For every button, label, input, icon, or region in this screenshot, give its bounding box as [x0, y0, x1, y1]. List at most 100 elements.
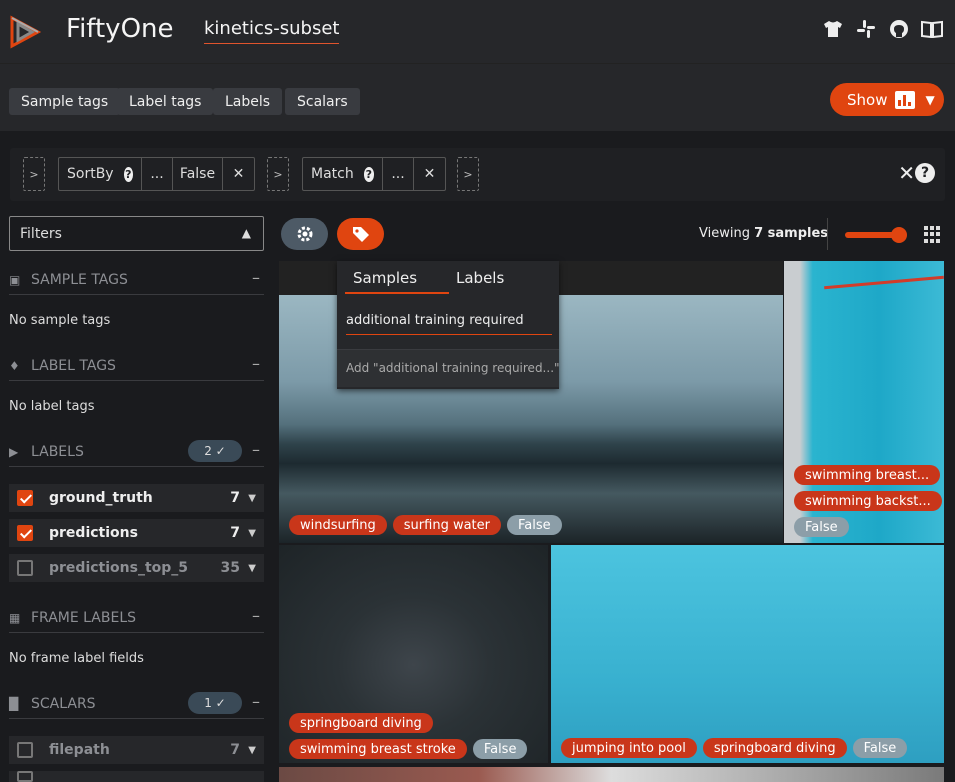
- slider-thumb[interactable]: [891, 227, 907, 243]
- collapse-icon[interactable]: –: [252, 606, 260, 625]
- section-title: SCALARS: [31, 695, 96, 712]
- stage-name: Match: [311, 166, 354, 182]
- label-tags-button[interactable]: Label tags: [117, 88, 214, 115]
- view-bar: > SortBy ? ... False ✕ > Match ? ... ✕ >…: [10, 148, 945, 201]
- labels-header[interactable]: ▶ LABELS 2 ✓ –: [9, 437, 264, 467]
- selected-count-badge[interactable]: 2 ✓: [188, 440, 242, 462]
- frame-icon: ▦: [9, 610, 21, 625]
- tag-popup: Samples Labels additional training requi…: [337, 261, 559, 389]
- label-tag: swimming breast stroke: [289, 739, 467, 759]
- field-count: 7: [230, 742, 240, 758]
- stage-param-field[interactable]: ...: [142, 158, 173, 190]
- scalar-row-partial[interactable]: [9, 771, 264, 782]
- sortby-stage[interactable]: SortBy ? ... False ✕: [58, 157, 255, 191]
- stage-name: SortBy: [67, 166, 114, 182]
- field-name: filepath: [49, 742, 110, 758]
- divider: [827, 218, 828, 250]
- selected-count-badge[interactable]: 1 ✓: [188, 692, 242, 714]
- collapse-icon[interactable]: –: [252, 354, 260, 373]
- dataset-selector[interactable]: kinetics-subset: [204, 18, 340, 44]
- brand-name: FiftyOne: [66, 14, 174, 44]
- frame-labels-header[interactable]: ▦ FRAME LABELS –: [9, 603, 264, 633]
- field-count: 35: [220, 560, 240, 576]
- toolbar: Sample tags Label tags Labels Scalars Sh…: [0, 63, 955, 131]
- add-tag-option[interactable]: Add "additional training required...": [337, 349, 559, 387]
- section-title: FRAME LABELS: [31, 609, 136, 626]
- delete-stage-icon[interactable]: ✕: [223, 158, 254, 190]
- match-stage[interactable]: Match ? ... ✕: [302, 157, 446, 191]
- sample-tags-header[interactable]: ▣ SAMPLE TAGS –: [9, 265, 264, 295]
- filters-dropdown[interactable]: Filters ▲: [9, 216, 264, 251]
- sample-tile[interactable]: jumping into pool springboard diving Fal…: [551, 545, 944, 763]
- label-tags-header[interactable]: ♦ LABEL TAGS –: [9, 351, 264, 381]
- add-stage-button[interactable]: >: [267, 157, 289, 191]
- sample-tile-partial[interactable]: [279, 767, 944, 782]
- slack-icon[interactable]: [855, 18, 877, 40]
- chevron-down-icon[interactable]: ▼: [248, 745, 256, 756]
- github-icon[interactable]: [888, 18, 910, 40]
- add-stage-button[interactable]: >: [23, 157, 45, 191]
- scalars-button[interactable]: Scalars: [285, 88, 360, 115]
- sample-tile[interactable]: springboard diving swimming breast strok…: [279, 545, 548, 763]
- help-icon[interactable]: ?: [363, 166, 374, 182]
- zoom-slider[interactable]: [845, 227, 907, 243]
- checkbox[interactable]: [17, 742, 33, 758]
- tab-labels[interactable]: Labels: [456, 269, 504, 287]
- chevron-down-icon: ▼: [925, 92, 935, 107]
- add-stage-button[interactable]: >: [457, 157, 479, 191]
- label-tag: jumping into pool: [561, 738, 697, 758]
- section-title: LABEL TAGS: [31, 357, 116, 374]
- label-row-ground-truth[interactable]: ground_truth 7 ▼: [9, 484, 264, 512]
- help-icon[interactable]: ?: [123, 166, 133, 182]
- tag-icon: [352, 227, 369, 242]
- app-header: FiftyOne kinetics-subset: [0, 0, 955, 63]
- checkbox[interactable]: [17, 560, 33, 576]
- checkbox[interactable]: [17, 771, 33, 782]
- tag-input[interactable]: additional training required: [346, 313, 552, 335]
- video-label-icon: ▶: [9, 444, 19, 459]
- label-row-predictions-top-5[interactable]: predictions_top_5 35 ▼: [9, 554, 264, 582]
- label-tag: swimming backst...: [794, 491, 942, 511]
- scalars-header[interactable]: █ SCALARS 1 ✓ –: [9, 689, 264, 719]
- chevron-down-icon[interactable]: ▼: [248, 563, 256, 574]
- stage-param-reverse[interactable]: False: [173, 158, 223, 190]
- empty-message: No sample tags: [9, 313, 111, 328]
- bar-chart-icon: [895, 90, 916, 109]
- bool-tag: False: [507, 515, 562, 535]
- field-name: ground_truth: [49, 490, 153, 506]
- collapse-icon[interactable]: –: [252, 692, 260, 711]
- clear-view-icon[interactable]: ✕: [898, 161, 915, 185]
- show-button[interactable]: Show ▼: [830, 83, 944, 116]
- delete-stage-icon[interactable]: ✕: [414, 158, 445, 190]
- checkbox[interactable]: [17, 525, 33, 541]
- empty-message: No label tags: [9, 399, 95, 414]
- sample-tile[interactable]: swimming breast... swimming backst... Fa…: [784, 261, 944, 543]
- grid-icon[interactable]: [924, 226, 941, 243]
- view-help-icon[interactable]: ?: [915, 163, 935, 183]
- tag-button[interactable]: [337, 218, 384, 250]
- tag-icon: ▣: [9, 272, 21, 287]
- stage-param-filter[interactable]: ...: [383, 158, 414, 190]
- label-tag: swimming breast...: [794, 465, 941, 485]
- chevron-down-icon[interactable]: ▼: [248, 493, 256, 504]
- labels-button[interactable]: Labels: [213, 88, 283, 115]
- chevron-down-icon[interactable]: ▼: [248, 528, 256, 539]
- bar-chart-icon: █: [9, 696, 19, 711]
- label-tag: surfing water: [392, 515, 501, 535]
- bool-tag: False: [472, 739, 528, 759]
- settings-button[interactable]: [281, 218, 328, 250]
- checkbox[interactable]: [17, 490, 33, 506]
- section-title: SAMPLE TAGS: [31, 271, 128, 288]
- book-icon[interactable]: [921, 18, 943, 40]
- sample-image: [551, 545, 944, 763]
- chevron-up-icon: ▲: [241, 226, 251, 240]
- tshirt-icon[interactable]: [822, 18, 844, 40]
- sample-tags-button[interactable]: Sample tags: [9, 88, 121, 115]
- tab-samples[interactable]: Samples: [353, 269, 417, 287]
- collapse-icon[interactable]: –: [252, 440, 260, 459]
- filters-label: Filters: [20, 225, 62, 242]
- fiftyone-logo[interactable]: [8, 12, 48, 52]
- label-row-predictions[interactable]: predictions 7 ▼: [9, 519, 264, 547]
- collapse-icon[interactable]: –: [252, 268, 260, 287]
- scalar-row-filepath[interactable]: filepath 7 ▼: [9, 736, 264, 764]
